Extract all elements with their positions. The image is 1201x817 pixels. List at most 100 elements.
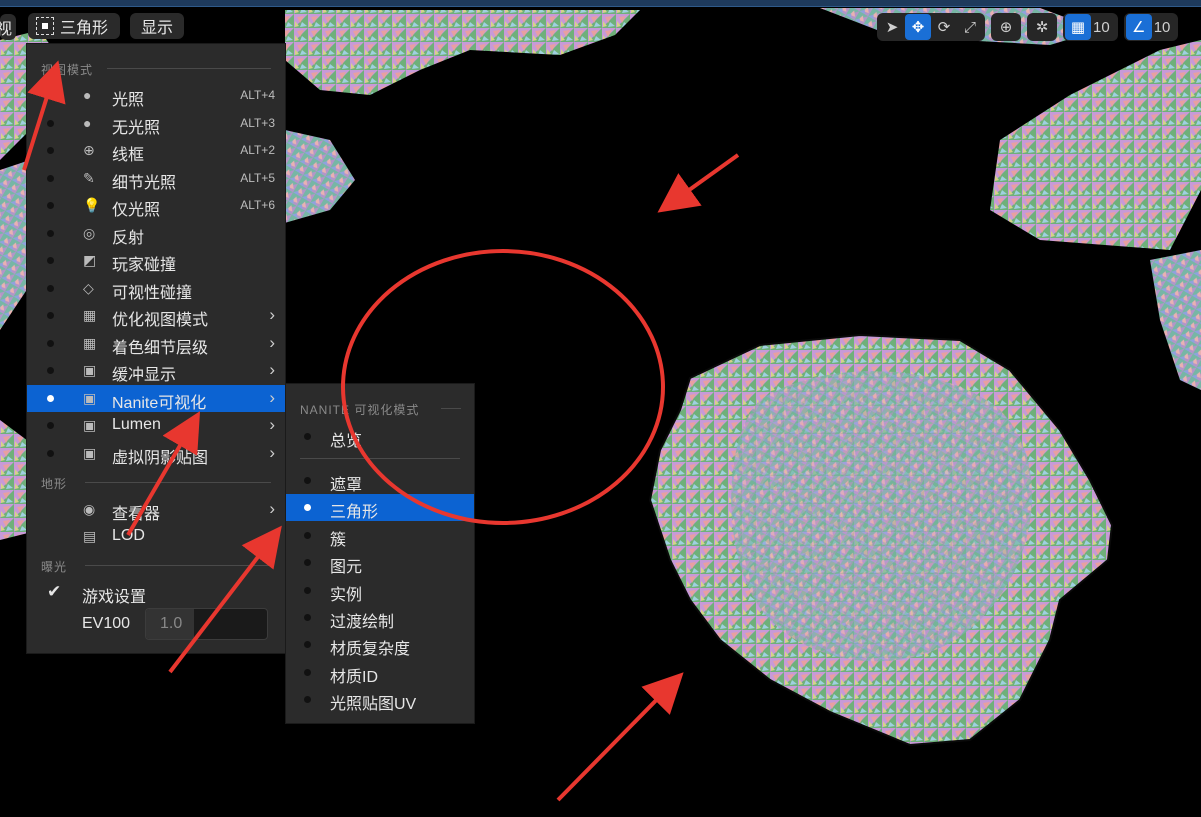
submenu-item-4[interactable]: 实例 <box>286 577 474 604</box>
menu-item-6[interactable]: ◩ 玩家碰撞 <box>27 247 285 274</box>
menu-item-13[interactable]: ▣ 虚拟阴影贴图 › <box>27 440 285 467</box>
rotate-tool-icon[interactable]: ⟳ <box>931 14 957 40</box>
submenu-item-overview[interactable]: 总览 <box>286 423 474 450</box>
player-collision-icon: ◩ <box>83 252 97 268</box>
menu-item-4[interactable]: 💡 仅光照 ALT+6 <box>27 192 285 219</box>
submenu-item-1[interactable]: 三角形 <box>286 494 474 522</box>
ev100-label: EV100 <box>82 615 131 632</box>
menu-item-label: 虚拟阴影贴图 <box>112 449 209 467</box>
ev100-row: EV100 <box>27 611 147 638</box>
shortcut-label: ALT+3 <box>240 115 275 130</box>
terrain-item-label: LOD <box>112 527 145 544</box>
radio-dot <box>47 174 54 182</box>
buffer-icon: ▣ <box>83 362 97 378</box>
submenu-item-7[interactable]: 材质ID <box>286 659 474 686</box>
submenu-item-label: 遮罩 <box>330 477 363 494</box>
buffer-icon: ▣ <box>83 417 97 433</box>
radio-dot <box>304 586 311 594</box>
reflection-icon: ◎ <box>83 224 96 241</box>
grid-icon: ▦ <box>83 334 97 351</box>
radio-dot <box>47 92 54 99</box>
nanite-submenu: NANITE 可视化模式 总览 遮罩 三角形簇图元 实例 过渡绘制 材质复杂度 材质ID 光… <box>285 383 475 724</box>
submenu-item-label: 光照贴图UV <box>330 696 417 714</box>
shortcut-label: ALT+4 <box>240 88 275 102</box>
perspective-label: 视 <box>0 21 13 38</box>
submenu-item-label: 簇 <box>330 531 347 549</box>
transform-toolbar: ➤ ✥ ⟳ ⤢ ⊕ ✲ ▦ 10 ∠ 10 <box>877 12 1179 42</box>
angle-snap-icon[interactable]: ∠ <box>1125 14 1152 40</box>
menu-item-0[interactable]: ● 光照 ALT+4 <box>27 82 285 109</box>
section-exposure: 曝光 <box>41 560 68 574</box>
menu-item-label: 仅光照 <box>112 202 161 219</box>
chevron-right-icon: › <box>269 360 275 379</box>
chevron-right-icon: › <box>269 499 275 518</box>
radio-dot <box>304 477 311 484</box>
submenu-item-label: 材质复杂度 <box>330 641 411 659</box>
select-cursor-icon[interactable]: ➤ <box>879 14 905 40</box>
scale-tool-icon[interactable]: ⤢ <box>957 14 983 40</box>
chevron-right-icon: › <box>269 305 275 324</box>
radio-dot <box>304 531 311 539</box>
detail-light-icon: ✎ <box>83 169 95 186</box>
game-settings-label: 游戏设置 <box>82 589 147 606</box>
ev100-input[interactable]: 1.0 <box>145 608 268 640</box>
game-settings-item[interactable]: ✔ 游戏设置 <box>27 579 285 606</box>
menu-item-9[interactable]: ▦ 着色细节层级 › <box>27 330 285 357</box>
submenu-item-3[interactable]: 图元 <box>286 549 474 576</box>
menu-item-12[interactable]: ▣ Lumen › <box>27 412 285 439</box>
menu-item-5[interactable]: ◎ 反射 <box>27 220 285 247</box>
chevron-right-icon: › <box>269 442 275 462</box>
terrain-item-0[interactable]: ◉ 查看器 › <box>27 496 285 523</box>
move-tool-icon[interactable]: ✥ <box>905 14 931 40</box>
chevron-right-icon: › <box>269 332 275 352</box>
submenu-item-0[interactable]: 遮罩 <box>286 467 474 494</box>
buffer-icon: ▣ <box>83 389 97 406</box>
wireframe-globe-icon: ⊕ <box>83 142 95 158</box>
angle-snap-value[interactable]: 10 <box>1152 19 1177 36</box>
view-perspective-chip[interactable]: 视 <box>0 14 16 40</box>
rock-top-center <box>285 10 640 95</box>
submenu-item-6[interactable]: 材质复杂度 <box>286 631 474 658</box>
menu-item-label: 线框 <box>112 147 145 164</box>
radio-dot <box>47 339 54 347</box>
show-dropdown[interactable]: 显示 <box>130 13 184 39</box>
menu-item-8[interactable]: ▦ 优化视图模式 › <box>27 302 285 329</box>
menu-item-label: 光照 <box>112 92 145 109</box>
radio-dot <box>304 668 311 676</box>
surface-snap-icon[interactable]: ✲ <box>1029 14 1055 40</box>
menu-item-7[interactable]: ◇ 可视性碰撞 <box>27 275 285 302</box>
menu-item-3[interactable]: ✎ 细节光照 ALT+5 <box>27 165 285 192</box>
shortcut-label: ALT+6 <box>240 198 275 212</box>
menu-item-label: 可视性碰撞 <box>112 284 193 302</box>
menu-item-label: 反射 <box>112 229 145 247</box>
grid-snap-value[interactable]: 10 <box>1091 19 1116 36</box>
radio-dot <box>47 147 54 154</box>
menu-item-1[interactable]: ● 无光照 ALT+3 <box>27 110 285 137</box>
viewer-icon: ◉ <box>83 501 96 517</box>
ev100-value: 1.0 <box>160 615 183 632</box>
view-mode-label: 三角形 <box>60 20 109 37</box>
submenu-item-8[interactable]: 光照贴图UV <box>286 686 474 713</box>
submenu-item-5[interactable]: 过渡绘制 <box>286 604 474 631</box>
menu-item-2[interactable]: ⊕ 线框 ALT+2 <box>27 137 285 164</box>
grid-snap-icon[interactable]: ▦ <box>1065 14 1091 40</box>
submenu-item-label: 三角形 <box>330 504 379 522</box>
terrain-item-1[interactable]: ▤ LOD › <box>27 523 285 550</box>
menu-item-label: 细节光照 <box>112 174 177 192</box>
radio-dot <box>47 284 54 292</box>
menu-item-label: 优化视图模式 <box>112 312 209 329</box>
radio-dot <box>304 559 311 567</box>
menu-item-label: Nanite可视化 <box>112 394 207 412</box>
world-space-icon[interactable]: ⊕ <box>993 14 1019 40</box>
radio-dot <box>47 202 54 209</box>
radio-dot <box>47 367 54 374</box>
chevron-right-icon: › <box>269 415 275 434</box>
submenu-item-label: 过渡绘制 <box>330 614 395 631</box>
menu-item-11[interactable]: ▣ Nanite可视化 › <box>27 384 285 412</box>
radio-dot <box>47 422 54 429</box>
menu-item-10[interactable]: ▣ 缓冲显示 › <box>27 357 285 384</box>
submenu-item-2[interactable]: 簇 <box>286 522 474 549</box>
menu-item-label: 着色细节层级 <box>112 339 209 357</box>
chevron-right-icon: › <box>269 526 275 545</box>
view-mode-dropdown[interactable]: 三角形 <box>28 13 120 39</box>
